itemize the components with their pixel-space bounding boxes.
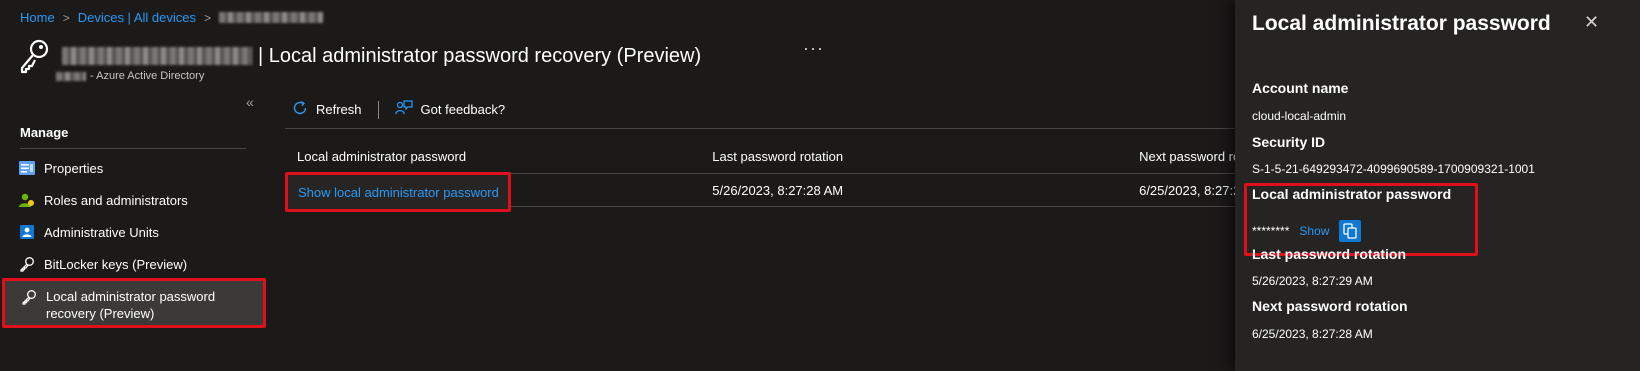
next-rotation-cell: 6/25/2023, 8:27:28 AM [1139,182,1235,198]
feedback-icon [394,100,413,119]
panel-title: Local administrator password [1252,12,1551,35]
password-details-panel: Local administrator password ✕ Account n… [1235,0,1640,371]
password-row: ******** Show [1252,220,1362,242]
password-masked: ******** [1252,224,1290,238]
sidebar-item-bitlocker[interactable]: BitLocker keys (Preview) [0,248,270,280]
security-id-label: Security ID [1252,134,1326,150]
roles-icon [18,191,36,209]
sidebar-item-admin-units[interactable]: Administrative Units [0,216,270,248]
admin-units-icon [18,223,36,241]
last-rotation-cell: 5/26/2023, 8:27:28 AM [712,182,844,198]
next-rotation-value: 6/25/2023, 8:27:28 AM [1252,327,1373,341]
breadcrumb-home[interactable]: Home [20,10,55,25]
table-header-row: Local administrator password Last passwo… [285,140,1235,174]
more-options-button[interactable]: ··· [803,38,824,59]
account-name-value: cloud-local-admin [1252,109,1347,123]
column-header-password: Local administrator password [297,149,467,164]
divider [285,128,1235,129]
device-name-redacted [62,47,252,65]
refresh-button[interactable]: Refresh [292,100,362,119]
properties-icon [18,159,36,177]
chevron-right-icon: > [62,10,70,25]
next-rotation-label: Next password rotation [1252,298,1408,314]
refresh-icon [292,100,308,119]
sidebar-item-roles[interactable]: Roles and administrators [0,184,270,216]
sidebar-item-laps[interactable]: Local administrator password recovery (P… [2,278,266,328]
sidebar-section-title: Manage [20,125,69,140]
column-header-next-rotation: Next password rotation [1139,149,1235,164]
show-password-link-highlight: Show local administrator password [285,172,511,212]
key-icon [18,255,36,273]
sidebar-nav: Properties Roles and administrators Admi… [0,152,270,280]
key-icon [20,288,38,306]
command-bar: Refresh Got feedback? [292,100,505,119]
show-password-button[interactable]: Show [1299,224,1329,238]
divider [20,148,246,149]
chevron-right-icon: > [203,10,211,25]
breadcrumb: Home > Devices | All devices > [20,10,323,25]
collapse-sidebar-button[interactable]: « [246,94,254,110]
security-id-value: S-1-5-21-649293472-4099690589-1700909321… [1252,162,1535,176]
breadcrumb-device-redacted[interactable] [218,12,323,23]
column-header-last-rotation: Last password rotation [712,149,844,164]
feedback-button[interactable]: Got feedback? [394,100,505,119]
page-subtitle: - Azure Active Directory [56,70,204,82]
toolbar-divider [377,100,379,119]
tenant-redacted [56,71,86,81]
key-icon [18,36,52,76]
password-label: Local administrator password [1252,186,1452,202]
sidebar-item-properties[interactable]: Properties [0,152,270,184]
close-icon[interactable]: ✕ [1584,12,1599,33]
last-rotation-label: Last password rotation [1252,246,1407,262]
copy-icon[interactable] [1339,220,1362,242]
last-rotation-value: 5/26/2023, 8:27:29 AM [1252,274,1373,288]
account-name-label: Account name [1252,80,1349,96]
breadcrumb-devices[interactable]: Devices | All devices [78,10,196,25]
show-password-link[interactable]: Show local administrator password [298,185,499,200]
page-title: | Local administrator password recovery … [62,45,701,68]
